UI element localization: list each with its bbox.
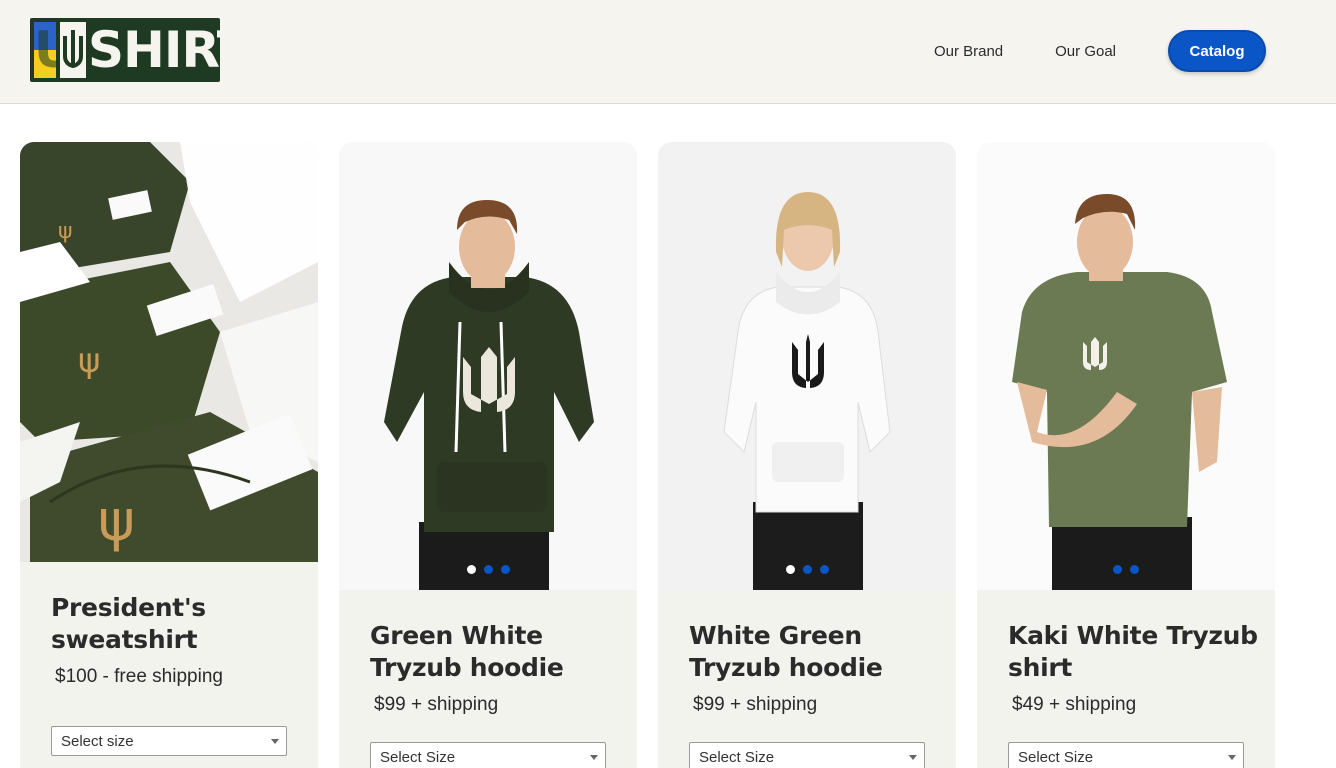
product-info: President's sweatshirt $100 - free shipp… — [20, 562, 318, 768]
svg-text:ψ: ψ — [98, 489, 135, 554]
site-header: U SHIRT Our Brand Our Goal Catalog — [0, 0, 1336, 104]
logo-letter: U — [34, 21, 75, 79]
white-hoodie-model-photo[interactable] — [658, 142, 956, 590]
product-price: $99 + shipping — [693, 694, 818, 715]
site-logo[interactable]: U SHIRT — [30, 18, 220, 82]
chevron-down-icon — [909, 755, 917, 760]
main-nav: Our Brand Our Goal Catalog — [934, 30, 1266, 72]
nav-our-brand[interactable]: Our Brand — [934, 43, 1003, 60]
carousel-dot[interactable] — [1113, 565, 1122, 574]
size-select-label: Select Size — [699, 749, 775, 766]
product-title[interactable]: President's sweatshirt — [51, 592, 301, 656]
catalog-button[interactable]: Catalog — [1168, 30, 1266, 72]
carousel-dot[interactable] — [819, 565, 829, 574]
size-select[interactable]: Select Size — [1008, 742, 1244, 768]
product-price: $99 + shipping — [374, 694, 499, 715]
svg-text:ψ: ψ — [58, 219, 73, 244]
chevron-down-icon — [271, 739, 279, 744]
size-select[interactable]: Select Size — [370, 742, 606, 768]
product-card[interactable]: Kaki White Tryzub shirt $49 + shipping S… — [977, 142, 1275, 768]
product-card[interactable]: ψ ψ ψ President's sweatshirt $100 - free… — [20, 142, 318, 768]
product-title[interactable]: White Green Tryzub hoodie — [689, 620, 939, 684]
olive-sweatshirts-photo[interactable]: ψ ψ ψ — [20, 142, 318, 562]
product-title[interactable]: Kaki White Tryzub shirt — [1008, 620, 1258, 684]
chevron-down-icon — [1228, 755, 1236, 760]
carousel-dot[interactable] — [785, 565, 795, 574]
size-select[interactable]: Select size — [51, 726, 287, 756]
size-select-label: Select Size — [380, 749, 456, 766]
carousel-dots — [339, 565, 637, 574]
product-info: White Green Tryzub hoodie $99 + shipping… — [658, 590, 956, 768]
carousel-dot[interactable] — [500, 565, 510, 574]
carousel-dots — [977, 565, 1275, 574]
product-card[interactable]: Green White Tryzub hoodie $99 + shipping… — [339, 142, 637, 768]
chevron-down-icon — [590, 755, 598, 760]
product-info: Kaki White Tryzub shirt $49 + shipping S… — [977, 590, 1275, 768]
trident-icon — [60, 22, 86, 78]
product-price: $100 - free shipping — [55, 666, 223, 687]
product-price: $49 + shipping — [1012, 694, 1137, 715]
size-select[interactable]: Select Size — [689, 742, 925, 768]
size-select-label: Select size — [61, 733, 134, 750]
carousel-dot[interactable] — [1130, 565, 1139, 574]
product-card[interactable]: White Green Tryzub hoodie $99 + shipping… — [658, 142, 956, 768]
green-hoodie-model-photo[interactable] — [339, 142, 637, 590]
product-title[interactable]: Green White Tryzub hoodie — [370, 620, 620, 684]
nav-our-goal[interactable]: Our Goal — [1055, 43, 1116, 60]
carousel-dot[interactable] — [483, 565, 493, 574]
size-select-label: Select Size — [1018, 749, 1094, 766]
kaki-shirt-model-photo[interactable] — [977, 142, 1275, 590]
svg-text:ψ: ψ — [78, 341, 100, 381]
carousel-dots — [658, 565, 956, 574]
logo-text: SHIRT — [88, 21, 220, 79]
carousel-dot[interactable] — [466, 565, 476, 574]
carousel-dot[interactable] — [802, 565, 812, 574]
product-info: Green White Tryzub hoodie $99 + shipping… — [339, 590, 637, 768]
